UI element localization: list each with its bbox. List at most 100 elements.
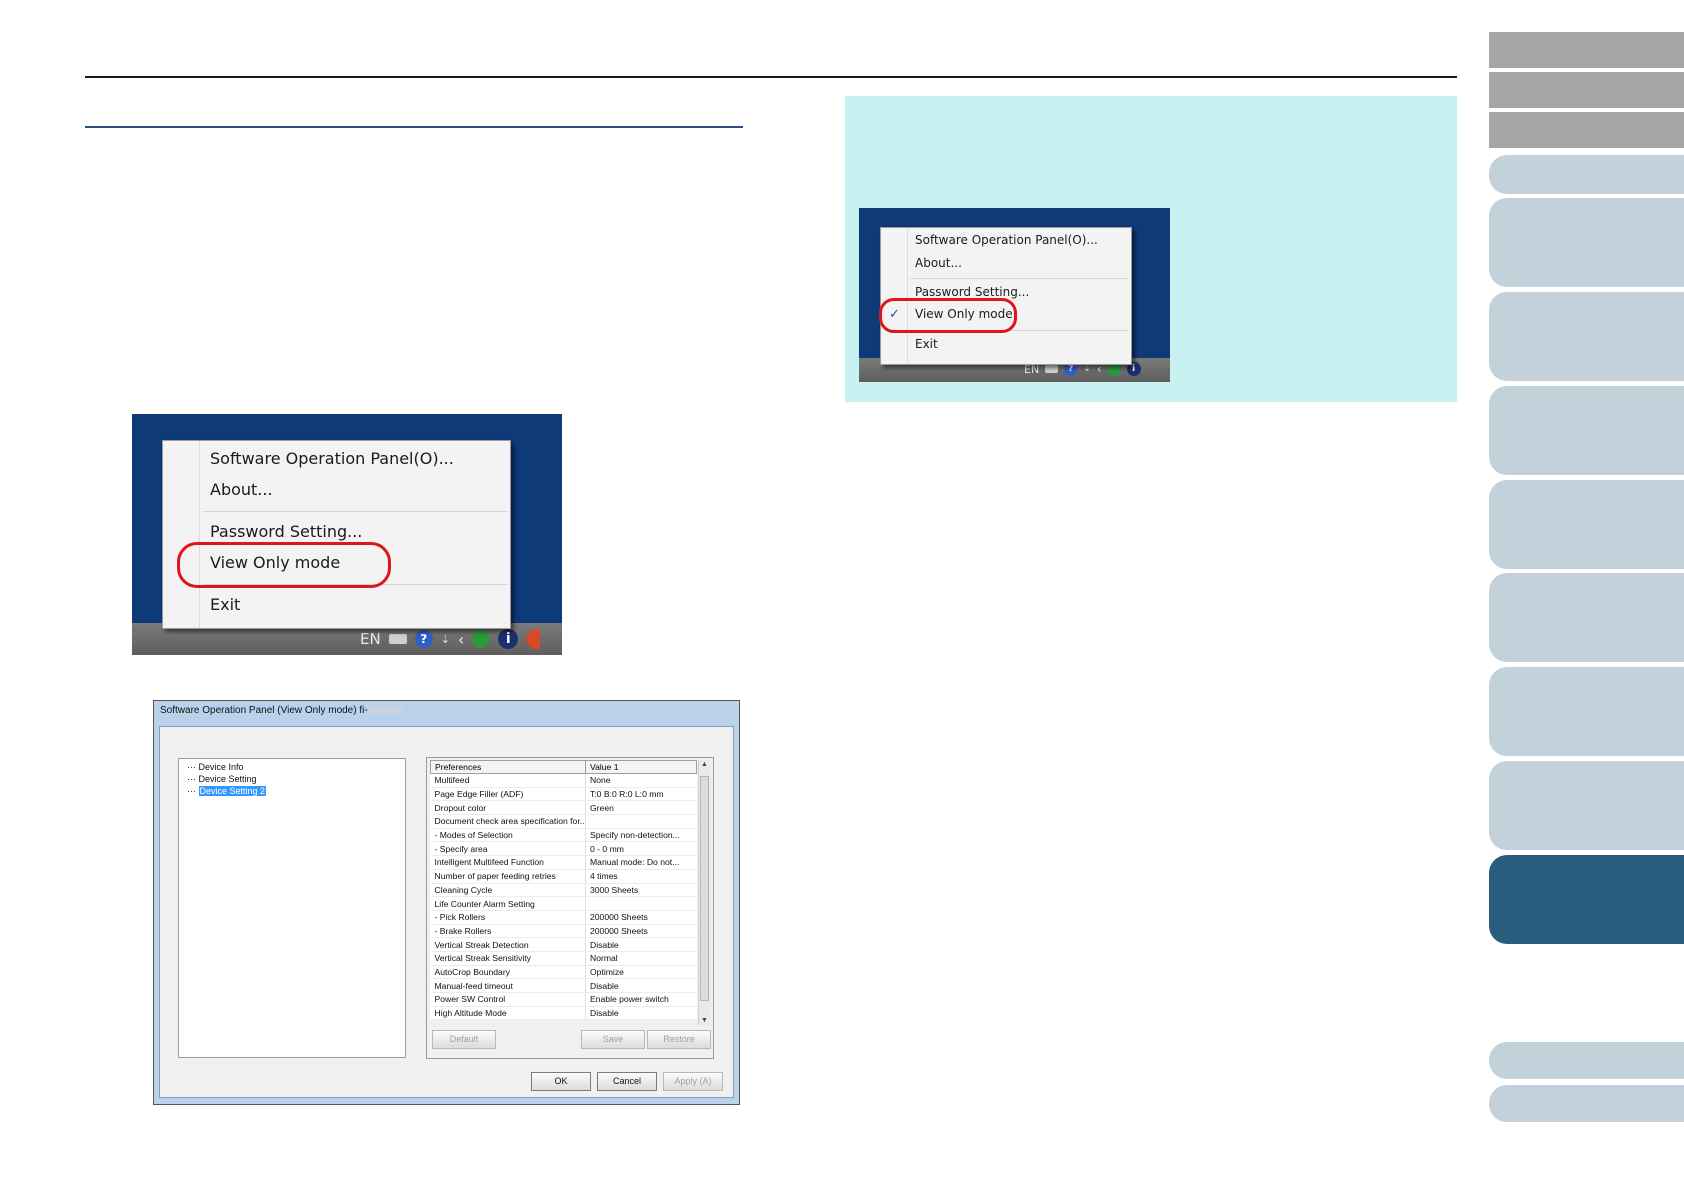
preference-value: [585, 896, 697, 911]
table-row[interactable]: Power SW Control Enable power switch: [430, 992, 697, 1007]
preference-value: 3000 Sheets: [585, 883, 697, 898]
overflow-icon[interactable]: ⇣: [1083, 364, 1091, 374]
table-row[interactable]: AutoCrop Boundary Optimize: [430, 965, 697, 980]
table-row[interactable]: Vertical Streak Detection Disable: [430, 937, 697, 952]
table-row[interactable]: Number of paper feeding retries 4 times: [430, 869, 697, 884]
menu-item-exit[interactable]: Exit: [210, 595, 240, 614]
dialog-body: ··· Device Info ··· Device Setting ··· D…: [159, 726, 734, 1098]
scanner-tray-icon[interactable]: [472, 630, 491, 648]
table-row[interactable]: Vertical Streak Sensitivity Normal: [430, 951, 697, 966]
tree-item-device-setting[interactable]: ··· Device Setting: [187, 774, 257, 784]
menu-item-password-setting[interactable]: Password Setting...: [915, 285, 1029, 299]
nav-tab-9[interactable]: [1489, 573, 1684, 662]
restore-button[interactable]: Restore: [647, 1030, 711, 1049]
redacted-model: [367, 706, 402, 715]
preference-value: [585, 814, 697, 829]
menu-separator: [910, 278, 1128, 279]
table-row[interactable]: - Modes of Selection Specify non-detectio…: [430, 828, 697, 843]
nav-tab-4[interactable]: [1489, 155, 1684, 194]
nav-tab-bottom-2[interactable]: [1489, 1085, 1684, 1122]
preference-name: Power SW Control: [430, 992, 586, 1007]
preference-name: Multifeed: [430, 773, 586, 788]
section-heading-rule: [85, 126, 743, 128]
scroll-up-icon[interactable]: ▲: [701, 761, 708, 768]
table-row[interactable]: Document check area specification for...: [430, 814, 697, 829]
table-row[interactable]: Life Counter Alarm Setting: [430, 896, 697, 911]
highlight-ring: [879, 298, 1017, 333]
nav-tab-2[interactable]: [1489, 72, 1684, 108]
table-row[interactable]: - Specify area 0 - 0 mm: [430, 841, 697, 857]
menu-item-about[interactable]: About...: [915, 256, 962, 270]
taskbar-menu-screenshot-large: EN ? ⇣ ‹ i Software Operation Panel(O)..…: [132, 414, 562, 655]
tree-item-device-info[interactable]: ··· Device Info: [187, 762, 244, 772]
preference-name: Page Edge Filler (ADF): [430, 787, 586, 802]
table-row[interactable]: Cleaning Cycle 3000 Sheets: [430, 883, 697, 898]
preference-name: Vertical Streak Detection: [430, 937, 586, 952]
preference-name: Vertical Streak Sensitivity: [430, 951, 586, 966]
menu-item-exit[interactable]: Exit: [915, 337, 938, 351]
menu-separator: [203, 511, 507, 512]
overflow-icon[interactable]: ⇣: [441, 633, 450, 646]
column-header-value[interactable]: Value 1: [585, 760, 697, 774]
preference-name: Manual-feed timeout: [430, 978, 586, 993]
keyboard-icon: [388, 634, 407, 644]
tree-item-device-setting-2[interactable]: ··· Device Setting 2: [187, 786, 267, 796]
preference-name: High Altitude Mode: [430, 1006, 586, 1021]
preference-name: Document check area specification for...: [430, 814, 586, 829]
table-row[interactable]: High Altitude Mode Disable: [430, 1006, 697, 1021]
context-menu: Software Operation Panel(O)... About... …: [880, 227, 1132, 365]
nav-tab-8[interactable]: [1489, 480, 1684, 569]
language-indicator: EN: [360, 630, 381, 648]
cancel-button[interactable]: Cancel: [597, 1072, 657, 1091]
nav-tab-5[interactable]: [1489, 198, 1684, 287]
table-row[interactable]: Dropout color Green: [430, 800, 697, 816]
settings-tree[interactable]: ··· Device Info ··· Device Setting ··· D…: [178, 758, 406, 1058]
nav-tab-6[interactable]: [1489, 292, 1684, 381]
preference-value: 200000 Sheets: [585, 924, 697, 939]
nav-tab-bottom-1[interactable]: [1489, 1042, 1684, 1079]
scroll-down-icon[interactable]: ▼: [701, 1017, 708, 1024]
table-row[interactable]: Page Edge Filler (ADF) T:0 B:0 R:0 L:0 mm: [430, 787, 697, 802]
menu-item-software-operation-panel[interactable]: Software Operation Panel(O)...: [915, 233, 1098, 247]
menu-item-about[interactable]: About...: [210, 480, 273, 499]
app-tray-icon[interactable]: [526, 629, 541, 649]
menu-item-software-operation-panel[interactable]: Software Operation Panel(O)...: [210, 449, 454, 468]
preference-name: Cleaning Cycle: [430, 883, 586, 898]
table-row[interactable]: - Pick Rollers 200000 Sheets: [430, 910, 697, 925]
column-header-preferences[interactable]: Preferences: [430, 760, 586, 774]
preference-value: 0 - 0 mm: [585, 841, 697, 857]
table-row[interactable]: Manual-feed timeout Disable: [430, 978, 697, 993]
preference-value: 200000 Sheets: [585, 910, 697, 925]
preference-value: Normal: [585, 951, 697, 966]
nav-tab-7[interactable]: [1489, 386, 1684, 475]
table-row[interactable]: Multifeed None: [430, 773, 697, 788]
menu-item-password-setting[interactable]: Password Setting...: [210, 522, 362, 541]
preference-name: - Brake Rollers: [430, 924, 586, 939]
ok-button[interactable]: OK: [531, 1072, 591, 1091]
nav-tab-1[interactable]: [1489, 32, 1684, 68]
info-icon[interactable]: i: [498, 629, 519, 649]
preference-value: T:0 B:0 R:0 L:0 mm: [585, 787, 697, 802]
apply-button[interactable]: Apply (A): [663, 1072, 723, 1091]
table-row[interactable]: - Brake Rollers 200000 Sheets: [430, 924, 697, 939]
nav-tab-10[interactable]: [1489, 667, 1684, 756]
context-menu: Software Operation Panel(O)... About... …: [162, 440, 511, 629]
default-button[interactable]: Default: [432, 1030, 496, 1049]
preference-name: Life Counter Alarm Setting: [430, 896, 586, 911]
vertical-scrollbar[interactable]: ▲ ▼: [698, 760, 711, 1025]
nav-tab-11[interactable]: [1489, 761, 1684, 850]
preference-name: - Modes of Selection: [430, 828, 586, 843]
preference-value: Manual mode: Do not...: [585, 855, 697, 870]
nav-tab-3[interactable]: [1489, 112, 1684, 148]
nav-tab-active[interactable]: [1489, 855, 1684, 944]
preference-value: Disable: [585, 937, 697, 952]
preference-name: Dropout color: [430, 800, 586, 816]
preference-value: Disable: [585, 1006, 697, 1021]
keyboard-icon: [1045, 365, 1059, 373]
save-button[interactable]: Save: [581, 1030, 645, 1049]
preference-name: - Specify area: [430, 841, 586, 857]
table-row[interactable]: Intelligent Multifeed Function Manual mod…: [430, 855, 697, 870]
chevron-left-icon[interactable]: ‹: [458, 630, 464, 649]
scrollbar-thumb[interactable]: [700, 776, 709, 1001]
help-icon[interactable]: ?: [414, 630, 433, 648]
